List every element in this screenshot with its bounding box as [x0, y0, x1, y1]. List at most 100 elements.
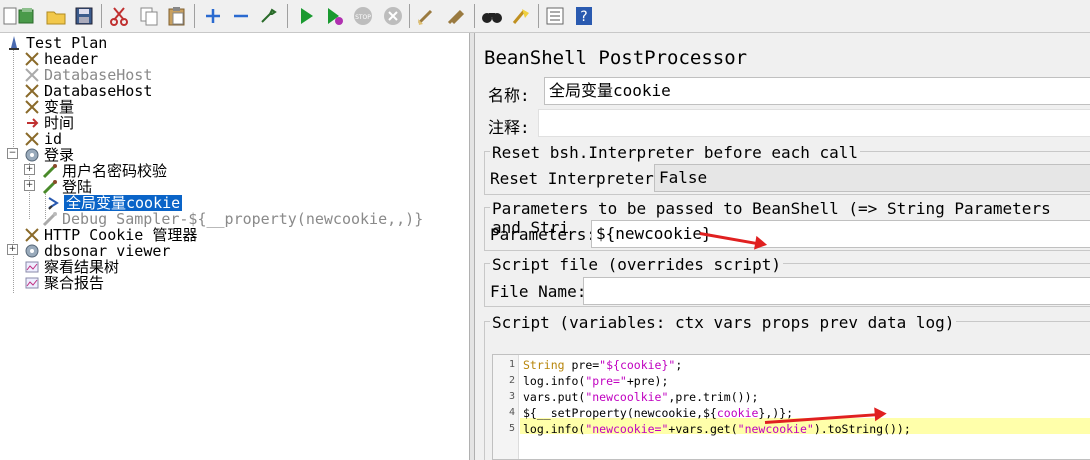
- toolbar-separator: [101, 4, 102, 28]
- line-number: 1: [508, 359, 515, 370]
- expand-toggle[interactable]: +: [24, 180, 35, 191]
- toolbar-separator: [474, 4, 475, 28]
- code-line: log.info("newcookie="+vars.get("newcooki…: [523, 422, 911, 436]
- code-token: },)};: [758, 406, 794, 420]
- code-token: log.info(: [523, 374, 586, 388]
- beanshell-postprocessor-panel: BeanShell PostProcessor 名称: 全局变量cookie 注…: [476, 33, 1090, 460]
- clear-all-icon[interactable]: [444, 5, 466, 27]
- code-line: vars.put("newcoolkie",pre.trim());: [523, 390, 758, 404]
- toolbar-separator: [409, 4, 410, 28]
- name-field[interactable]: 全局变量cookie: [544, 77, 1090, 105]
- thread-group-icon: [25, 148, 39, 162]
- timer-icon: [27, 118, 39, 128]
- line-number: 4: [508, 407, 515, 418]
- function-helper-icon[interactable]: [544, 5, 566, 27]
- tree-node-label: 时间: [44, 114, 75, 132]
- collapse-icon[interactable]: [230, 5, 252, 27]
- line-number: 2: [508, 375, 515, 386]
- open-icon[interactable]: [45, 5, 67, 27]
- comment-label: 注释:: [488, 118, 530, 137]
- code-line: String pre="${cookie}";: [523, 358, 682, 372]
- code-token: ${__setProperty(newcookie,${: [523, 406, 717, 420]
- name-label: 名称:: [488, 86, 530, 105]
- test-plan-tree: Test Plan header DatabaseHost DatabaseHo…: [0, 33, 470, 460]
- line-number: 3: [508, 391, 515, 402]
- tree-node-label: 聚合报告: [44, 274, 105, 292]
- collapse-toggle[interactable]: −: [7, 148, 18, 159]
- expand-icon[interactable]: [202, 5, 224, 27]
- stop-icon[interactable]: STOP: [352, 5, 374, 27]
- tree-node-label: 全局变量cookie: [64, 194, 183, 212]
- tree-node-label: id: [44, 130, 63, 148]
- copy-icon[interactable]: [138, 5, 160, 27]
- toolbar-separator: [287, 4, 288, 28]
- code-token: "newcoolkie": [585, 390, 669, 404]
- post-processor-icon: [48, 197, 59, 210]
- sampler-icon: [42, 164, 57, 179]
- parameters-field[interactable]: ${newcookie}: [591, 220, 1090, 248]
- paste-icon[interactable]: [166, 5, 188, 27]
- tree-node-label: 用户名密码校验: [62, 162, 168, 180]
- code-token: log.info(: [523, 422, 586, 436]
- line-number-gutter: 1 2 3 4 5: [493, 355, 519, 459]
- line-number: 5: [508, 423, 515, 434]
- reset-group-title: Reset bsh.Interpreter before each call: [490, 143, 861, 162]
- config-element-icon: [25, 84, 39, 98]
- tree-node-label: Debug Sampler-${__property(newcookie,,)}: [62, 210, 424, 228]
- templates-icon[interactable]: [16, 5, 38, 27]
- search-icon[interactable]: [481, 5, 503, 27]
- tree-connector: [13, 45, 14, 293]
- code-token: "newcookie=": [585, 422, 669, 436]
- code-token: +pre);: [626, 374, 669, 388]
- code-token: "newcookie": [737, 422, 814, 436]
- script-editor[interactable]: 1 2 3 4 5 String pre="${cookie}"; log.in…: [492, 354, 1090, 460]
- sampler-icon: [42, 212, 57, 227]
- shutdown-icon[interactable]: [382, 5, 404, 27]
- code-token: cookie: [716, 406, 759, 420]
- toggle-icon[interactable]: [258, 5, 280, 27]
- code-token: ;: [675, 358, 683, 372]
- clear-icon[interactable]: [415, 5, 437, 27]
- config-element-icon: [25, 100, 39, 114]
- listener-icon: [25, 277, 39, 289]
- svg-text:STOP: STOP: [355, 14, 371, 21]
- cut-icon[interactable]: [108, 5, 130, 27]
- reset-search-icon[interactable]: [510, 5, 532, 27]
- code-token: ).toString());: [813, 422, 911, 436]
- code-line: ${__setProperty(newcookie,${cookie},)};: [523, 406, 793, 420]
- tree-node-label: 登陆: [62, 178, 93, 196]
- start-icon[interactable]: [295, 5, 317, 27]
- script-group-title: Script (variables: ctx vars props prev d…: [490, 313, 957, 332]
- test-plan-icon: [9, 36, 19, 50]
- code-token: "pre=": [585, 374, 627, 388]
- tree-node-label: dbsonar viewer: [44, 242, 171, 260]
- code-token: +vars.get(: [668, 422, 738, 436]
- code-token: pre=: [564, 358, 600, 372]
- script-file-group-title: Script file (overrides script): [490, 255, 783, 274]
- help-icon[interactable]: ?: [573, 5, 595, 27]
- parameters-label: Parameters:: [490, 225, 596, 244]
- comment-field[interactable]: [538, 109, 1090, 137]
- code-token: vars.put(: [523, 390, 586, 404]
- file-name-field[interactable]: [583, 277, 1090, 305]
- toolbar: STOP ?: [0, 0, 1090, 33]
- tree-node-label: 变量: [44, 98, 75, 116]
- panel-title: BeanShell PostProcessor: [484, 47, 748, 69]
- listener-icon: [25, 261, 39, 273]
- reset-interpreter-label: Reset Interpreter:: [490, 169, 664, 188]
- expand-toggle[interactable]: +: [7, 244, 18, 255]
- toolbar-separator: [538, 4, 539, 28]
- sampler-icon: [42, 180, 57, 195]
- file-name-label: File Name:: [490, 282, 587, 301]
- config-element-icon: [25, 68, 39, 82]
- split-pane-divider[interactable]: [470, 33, 475, 460]
- expand-toggle[interactable]: +: [24, 164, 35, 175]
- save-icon[interactable]: [73, 5, 95, 27]
- tree-node-label: 察看结果树: [44, 258, 120, 276]
- config-element-icon: [25, 228, 39, 242]
- tree-node-label: HTTP Cookie 管理器: [44, 226, 198, 244]
- reset-interpreter-select[interactable]: False: [654, 164, 1090, 192]
- start-no-pause-icon[interactable]: [323, 5, 345, 27]
- tree-node-label: 登录: [44, 146, 75, 164]
- tree-node-label: DatabaseHost: [44, 82, 153, 100]
